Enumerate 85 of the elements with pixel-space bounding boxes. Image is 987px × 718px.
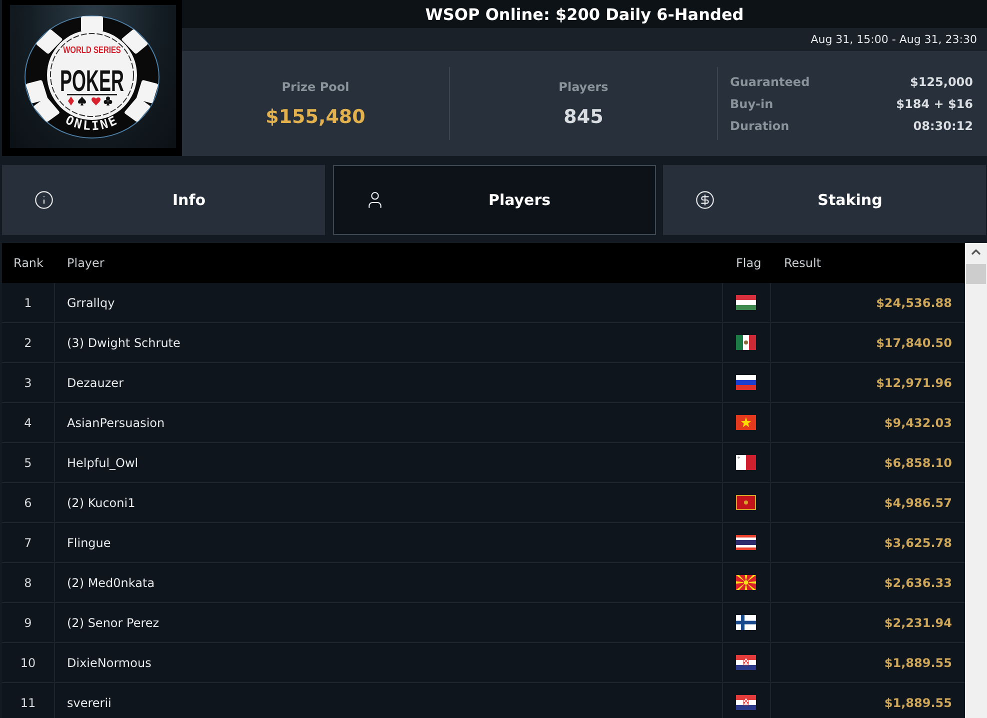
stat-label: Players [558, 80, 608, 94]
result-cell-text: $12,971.96 [875, 374, 953, 392]
tournament-title: WSOP Online: $200 Daily 6-Handed [425, 4, 744, 24]
player-cell: (2) Kuconi1 [55, 483, 723, 522]
logo-text: WORLD SERIES [63, 44, 121, 56]
sun-rays-flag-icon [736, 575, 756, 590]
column-header: Result [784, 256, 822, 270]
croatian-flag-icon [736, 695, 756, 710]
stat-label: Prize Pool [282, 80, 350, 94]
info-icon [34, 190, 54, 210]
table-row[interactable]: 9 (2) Senor Perez $2,231.94 [2, 603, 965, 643]
stat-value: $155,480 [266, 106, 366, 128]
table-row[interactable]: 3 Dezauzer $12,971.96 [2, 363, 965, 403]
montenegrin-flag-icon [736, 495, 756, 510]
vietnamese-flag-icon [736, 415, 756, 430]
rank-cell: 2 [2, 323, 55, 362]
rank-cell: 11 [2, 683, 55, 718]
table-row[interactable]: 6 (2) Kuconi1 $4,986.57 [2, 483, 965, 523]
column-header: Player [67, 256, 104, 270]
player-cell: Flingue [55, 523, 723, 562]
player-cell: Dezauzer [55, 363, 723, 402]
player-cell: Grrallqy [55, 283, 723, 322]
hungarian-flag-icon [736, 295, 756, 310]
rank-cell: 10 [2, 643, 55, 682]
spade-icon [78, 96, 86, 106]
result-cell-text: $9,432.03 [883, 414, 953, 432]
thai-flag-icon [736, 535, 756, 550]
tab[interactable]: Info [2, 165, 325, 235]
date-range: Aug 31, 15:00 - Aug 31, 23:30 [810, 33, 977, 46]
tab[interactable]: Players [332, 165, 656, 235]
table-row[interactable]: 5 Helpful_Owl $6,858.10 [2, 443, 965, 483]
rank-cell: 4 [2, 403, 55, 442]
player-cell: (2) Senor Perez [55, 603, 723, 642]
result-cell-text: $2,636.33 [883, 574, 953, 592]
club-icon [104, 96, 112, 106]
diamond-icon [68, 96, 74, 106]
table-row[interactable]: 1 Grrallqy $24,536.88 [2, 283, 965, 323]
table-row[interactable]: 10 DixieNormous $1,889.55 [2, 643, 965, 683]
result-cell-text: $1,889.55 [883, 654, 953, 672]
rank-cell: 1 [2, 283, 55, 322]
result-cell-text: $3,625.78 [883, 534, 953, 552]
result-cell-text: $24,536.88 [875, 294, 953, 312]
dollar-circle-icon [695, 190, 715, 210]
player-cell: AsianPersuasion [55, 403, 723, 442]
result-cell-text: $4,986.57 [883, 494, 953, 512]
croatian-flag-icon [736, 655, 756, 670]
result-cell-text: $17,840.50 [875, 334, 953, 352]
rank-cell: 6 [2, 483, 55, 522]
rank-cell: 3 [2, 363, 55, 402]
player-cell: DixieNormous [55, 643, 723, 682]
detail-label: Duration [730, 118, 790, 132]
table-row[interactable]: 8 (2) Med0nkata $2,636.33 [2, 563, 965, 603]
finnish-flag-icon [736, 615, 756, 630]
result-cell-text: $6,858.10 [883, 454, 953, 472]
table-row[interactable]: 2 (3) Dwight Schrute $17,840.50 [2, 323, 965, 363]
scrollbar-track[interactable] [965, 243, 987, 718]
logo-text: ONLINE [63, 112, 121, 134]
player-cell: (3) Dwight Schrute [55, 323, 723, 362]
detail-value: $125,000 [910, 74, 973, 88]
result-cell-text: $2,231.94 [883, 614, 953, 632]
player-cell: Helpful_Owl [55, 443, 723, 482]
table-row[interactable]: 4 AsianPersuasion $9,432.03 [2, 403, 965, 443]
table-row[interactable]: 11 svererii $1,889.55 [2, 683, 965, 718]
table-row[interactable]: 7 Flingue $3,625.78 [2, 523, 965, 563]
mexican-flag-icon [736, 335, 756, 350]
rank-cell: 5 [2, 443, 55, 482]
detail-label: Guaranteed [730, 74, 810, 88]
heart-icon [92, 97, 100, 106]
tab[interactable]: Staking [663, 165, 986, 235]
player-cell: svererii [55, 683, 723, 718]
stat-value: 845 [564, 106, 604, 128]
detail-value: 08:30:12 [913, 118, 973, 132]
rank-cell: 7 [2, 523, 55, 562]
maltese-flag-icon [736, 455, 756, 470]
scrollbar-thumb[interactable] [966, 264, 986, 284]
column-header: Rank [14, 256, 44, 270]
player-cell: (2) Med0nkata [55, 563, 723, 602]
logo-text: POKER [60, 66, 124, 98]
column-header: Flag [736, 256, 762, 270]
russian-flag-icon [736, 375, 756, 390]
detail-value: $184 + $16 [896, 96, 973, 110]
detail-label: Buy-in [730, 96, 774, 110]
rank-cell: 8 [2, 563, 55, 602]
rank-cell: 9 [2, 603, 55, 642]
result-cell-text: $1,889.55 [883, 694, 953, 712]
